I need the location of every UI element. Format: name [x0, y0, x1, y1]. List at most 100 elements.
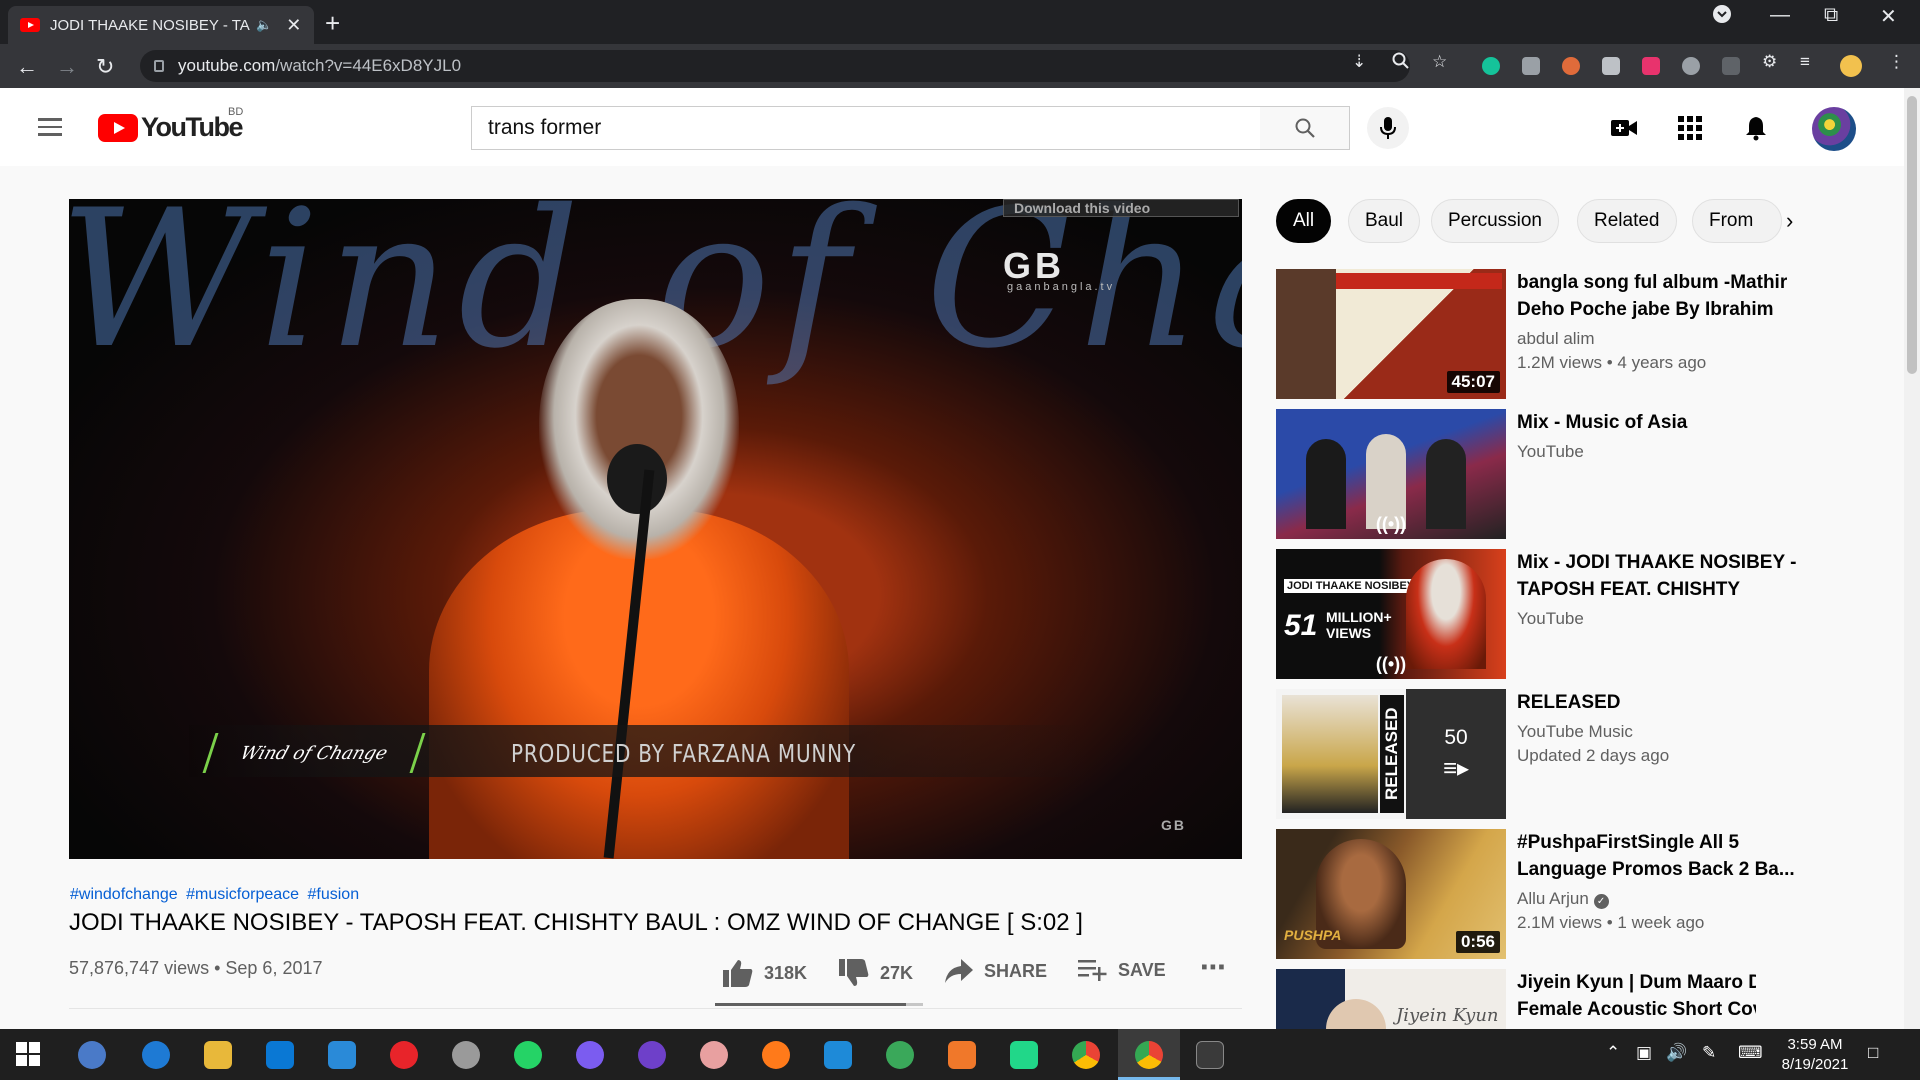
- play-extension-icon[interactable]: [1642, 57, 1660, 75]
- vscode-icon[interactable]: [824, 1041, 852, 1069]
- recommendation-item[interactable]: PUSHPA 0:56 #PushpaFirstSingle All 5 Lan…: [1276, 829, 1795, 959]
- recommendation-title[interactable]: bangla song ful album -Mathir Deho Poche…: [1517, 269, 1802, 323]
- reload-button[interactable]: ↻: [96, 54, 114, 80]
- browser-tab[interactable]: JODI THAAKE NOSIBEY - TAP 🔈 ✕: [8, 6, 314, 44]
- recommendation-title[interactable]: Mix - Music of Asia: [1517, 409, 1802, 436]
- voice-search-button[interactable]: [1367, 107, 1409, 149]
- create-video-icon[interactable]: [1610, 114, 1638, 142]
- download-extension-icon[interactable]: [1682, 57, 1700, 75]
- notification-center-icon[interactable]: □: [1868, 1043, 1878, 1063]
- tab-close-icon[interactable]: ✕: [286, 15, 301, 36]
- recommendation-item[interactable]: RELEASED 50 ≡▸ RELEASED YouTube Music Up…: [1276, 689, 1756, 819]
- dislike-button[interactable]: 27K: [838, 958, 913, 988]
- recommendation-item[interactable]: JODI THAAKE NOSIBEY 51 MILLION+ VIEWS ((•…: [1276, 549, 1796, 679]
- save-button[interactable]: SAVE: [1078, 958, 1166, 982]
- chip-all[interactable]: All: [1276, 199, 1332, 243]
- edge-browser-icon[interactable]: [142, 1041, 170, 1069]
- file-explorer-icon[interactable]: [204, 1041, 232, 1069]
- windows-start-icon[interactable]: [16, 1042, 40, 1066]
- scrollbar-thumb[interactable]: [1907, 96, 1917, 374]
- channel-name[interactable]: YouTube: [1517, 442, 1802, 462]
- pycharm-icon[interactable]: [1010, 1041, 1038, 1069]
- video-thumbnail[interactable]: PUSHPA 0:56: [1276, 829, 1506, 959]
- map-app-icon[interactable]: [886, 1041, 914, 1069]
- back-button[interactable]: ←: [16, 54, 38, 80]
- whatsapp-icon[interactable]: [514, 1041, 542, 1069]
- like-button[interactable]: 318K: [722, 958, 807, 988]
- firefox-icon[interactable]: [762, 1041, 790, 1069]
- channel-name-verified[interactable]: Allu Arjun ✓: [1517, 889, 1802, 909]
- tab-search-icon[interactable]: [1712, 4, 1732, 30]
- search-button[interactable]: [1260, 106, 1350, 150]
- youtube-logo[interactable]: YouTube BD: [98, 106, 243, 143]
- video-thumbnail[interactable]: 45:07: [1276, 269, 1506, 399]
- chevron-right-icon[interactable]: ›: [1786, 208, 1793, 234]
- notifications-bell-icon[interactable]: [1742, 114, 1770, 142]
- chrome-menu-icon[interactable]: ⋮: [1888, 52, 1905, 72]
- recommendation-title[interactable]: Jiyein Kyun | Dum Maaro Dum | Female Aco…: [1517, 969, 1756, 1023]
- hashtag-link[interactable]: #fusion: [308, 886, 360, 903]
- satellite-app-icon[interactable]: [452, 1041, 480, 1069]
- video-thumbnail[interactable]: Jiyein Kyun: [1276, 969, 1506, 1029]
- minimize-button[interactable]: —: [1770, 4, 1790, 27]
- chip-baul[interactable]: Baul: [1348, 199, 1421, 243]
- channel-name[interactable]: YouTube Music: [1517, 722, 1802, 742]
- channel-name[interactable]: YouTube: [1517, 609, 1802, 629]
- new-tab-button[interactable]: +: [325, 8, 340, 39]
- download-video-button[interactable]: Download this video: [1003, 199, 1239, 217]
- volume-icon[interactable]: 🔊: [1666, 1043, 1687, 1063]
- zoom-icon[interactable]: [1392, 52, 1410, 75]
- extensions-puzzle-icon[interactable]: ⚙: [1762, 52, 1777, 72]
- messenger-icon[interactable]: [576, 1041, 604, 1069]
- recommendation-title[interactable]: Mix - JODI THAAKE NOSIBEY - TAPOSH FEAT.…: [1517, 549, 1802, 603]
- channel-name[interactable]: Allu Arjun: [1517, 889, 1589, 908]
- chip-related[interactable]: Related: [1577, 199, 1677, 243]
- extension-icon[interactable]: [1562, 57, 1580, 75]
- pen-icon[interactable]: ✎: [1702, 1043, 1716, 1063]
- chrome-icon[interactable]: [1072, 1041, 1100, 1069]
- recommendation-item[interactable]: Jiyein Kyun Jiyein Kyun | Dum Maaro Dum …: [1276, 969, 1756, 1029]
- opera-browser-icon[interactable]: [390, 1041, 418, 1069]
- active-window-indicator[interactable]: [1118, 1029, 1180, 1080]
- install-app-icon[interactable]: ⇣: [1352, 52, 1366, 72]
- network-icon[interactable]: ▣: [1636, 1043, 1652, 1063]
- speaker-icon[interactable]: 🔈: [256, 17, 272, 33]
- page-scrollbar[interactable]: [1904, 88, 1920, 1029]
- more-actions-icon[interactable]: ⋯: [1200, 952, 1226, 983]
- taskbar-clock[interactable]: 3:59 AM 8/19/2021: [1770, 1035, 1860, 1075]
- hashtag-link[interactable]: #windofchange: [70, 886, 178, 903]
- share-button[interactable]: SHARE: [944, 958, 1047, 984]
- grammarly-extension-icon[interactable]: [1482, 57, 1500, 75]
- account-avatar[interactable]: [1812, 107, 1856, 151]
- restore-button[interactable]: ⧉: [1824, 4, 1838, 27]
- keyboard-icon[interactable]: ⌨: [1738, 1043, 1763, 1063]
- media-queue-icon[interactable]: ≡: [1800, 52, 1810, 72]
- close-window-button[interactable]: ✕: [1880, 4, 1897, 29]
- chip-percussion[interactable]: Percussion: [1431, 199, 1559, 243]
- address-bar[interactable]: youtube.com/watch?v=44E6xD8YJL0: [140, 50, 1410, 82]
- video-thumbnail[interactable]: JODI THAAKE NOSIBEY 51 MILLION+ VIEWS ((•…: [1276, 549, 1506, 679]
- mail-icon[interactable]: [328, 1041, 356, 1069]
- recommendation-title[interactable]: RELEASED: [1517, 689, 1802, 716]
- extension-icon[interactable]: [1602, 57, 1620, 75]
- forward-button[interactable]: →: [56, 54, 78, 80]
- video-thumbnail[interactable]: ((•)): [1276, 409, 1506, 539]
- extension-icon[interactable]: [1722, 57, 1740, 75]
- github-desktop-icon[interactable]: [638, 1041, 666, 1069]
- camera-extension-icon[interactable]: [1522, 57, 1540, 75]
- qbittorrent-icon[interactable]: [78, 1041, 106, 1069]
- microsoft-store-icon[interactable]: [266, 1041, 294, 1069]
- search-input[interactable]: trans former: [471, 106, 1261, 150]
- channel-name[interactable]: abdul alim: [1517, 329, 1802, 349]
- menu-icon[interactable]: [38, 118, 62, 136]
- playlist-thumbnail[interactable]: RELEASED 50 ≡▸: [1276, 689, 1506, 819]
- recommendation-title[interactable]: #PushpaFirstSingle All 5 Language Promos…: [1517, 829, 1802, 883]
- bookmark-star-icon[interactable]: ☆: [1432, 52, 1447, 72]
- paint-app-icon[interactable]: [700, 1041, 728, 1069]
- apps-grid-icon[interactable]: [1676, 114, 1704, 142]
- recommendation-item[interactable]: 45:07 bangla song ful album -Mathir Deho…: [1276, 269, 1787, 399]
- recommendation-item[interactable]: ((•)) Mix - Music of Asia YouTube: [1276, 409, 1756, 539]
- sublime-icon[interactable]: [948, 1041, 976, 1069]
- hashtag-link[interactable]: #musicforpeace: [186, 886, 299, 903]
- profile-avatar[interactable]: [1840, 55, 1862, 77]
